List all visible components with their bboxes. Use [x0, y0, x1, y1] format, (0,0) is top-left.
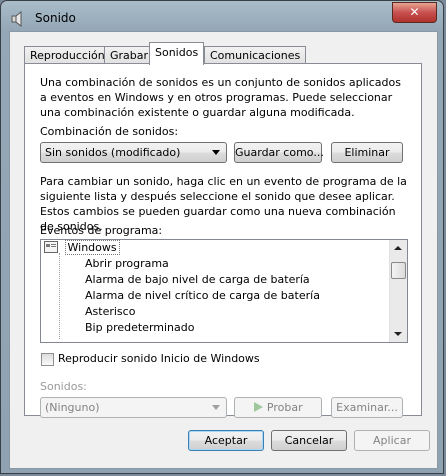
list-item[interactable]: Alarma de nivel crítico de carga de bate… [85, 288, 320, 304]
tree-connector [59, 253, 60, 339]
scheme-label: Combinación de sonidos: [40, 125, 179, 138]
tab-recording[interactable]: Grabar [104, 46, 155, 64]
list-item[interactable]: Asterisco [85, 304, 135, 320]
test-button-label: Probar [266, 401, 303, 414]
scroll-thumb[interactable] [391, 262, 406, 279]
sound-select-value: (Ninguno) [45, 401, 100, 414]
chevron-down-icon [212, 150, 220, 155]
scroll-up-icon[interactable] [394, 246, 402, 250]
list-item[interactable]: Alarma de bajo nivel de carga de batería [85, 272, 310, 288]
tab-playback[interactable]: Reproducción [24, 46, 111, 64]
events-label: Eventos de programa: [40, 224, 163, 237]
intro-text: Una combinación de sonidos es un conjunt… [40, 76, 401, 119]
tree-root-item[interactable]: Windows [44, 240, 120, 256]
dialog-client-area: Reproducción Grabar Sonidos Comunicacion… [9, 31, 438, 469]
window-title: Sonido [35, 11, 76, 25]
scroll-down-icon[interactable] [394, 332, 402, 336]
cancel-button[interactable]: Cancelar [271, 430, 347, 451]
test-button[interactable]: Probar [234, 397, 322, 418]
sound-scheme-value: Sin sonidos (modificado) [45, 146, 181, 159]
tree-root-label: Windows [64, 240, 120, 255]
sound-scheme-select[interactable]: Sin sonidos (modificado) [40, 142, 227, 163]
apply-button[interactable]: Aplicar [354, 430, 430, 451]
sound-select[interactable]: (Ninguno) [40, 397, 227, 418]
ok-button[interactable]: Aceptar [188, 430, 264, 451]
browse-button[interactable]: Examinar... [331, 397, 403, 418]
startup-sound-label[interactable]: Reproducir sonido Inicio de Windows [58, 351, 260, 366]
sound-dialog: Sonido ✕ Reproducción Grabar Sonidos Com… [0, 0, 444, 474]
close-button[interactable]: ✕ [392, 2, 437, 23]
title-bar[interactable]: Sonido ✕ [1, 1, 443, 33]
startup-sound-checkbox[interactable] [41, 353, 54, 366]
save-as-button[interactable]: Guardar como... [234, 142, 324, 163]
program-events-list[interactable]: Windows Abrir programa Alarma de bajo ni… [40, 239, 408, 343]
windows-folder-icon [44, 241, 58, 253]
list-item[interactable]: Bip predeterminado [85, 320, 194, 336]
sounds-tab-panel: Una combinación de sonidos es un conjunt… [24, 63, 422, 418]
tab-sounds[interactable]: Sonidos [149, 42, 205, 65]
play-icon [254, 402, 264, 412]
sounds-label: Sonidos: [40, 380, 87, 393]
speaker-icon [11, 11, 22, 27]
chevron-down-icon [212, 405, 220, 410]
delete-button[interactable]: Eliminar [331, 142, 403, 163]
events-scrollbar[interactable] [389, 240, 407, 342]
list-item[interactable]: Abrir programa [85, 256, 169, 272]
tab-communications[interactable]: Comunicaciones [204, 46, 307, 64]
